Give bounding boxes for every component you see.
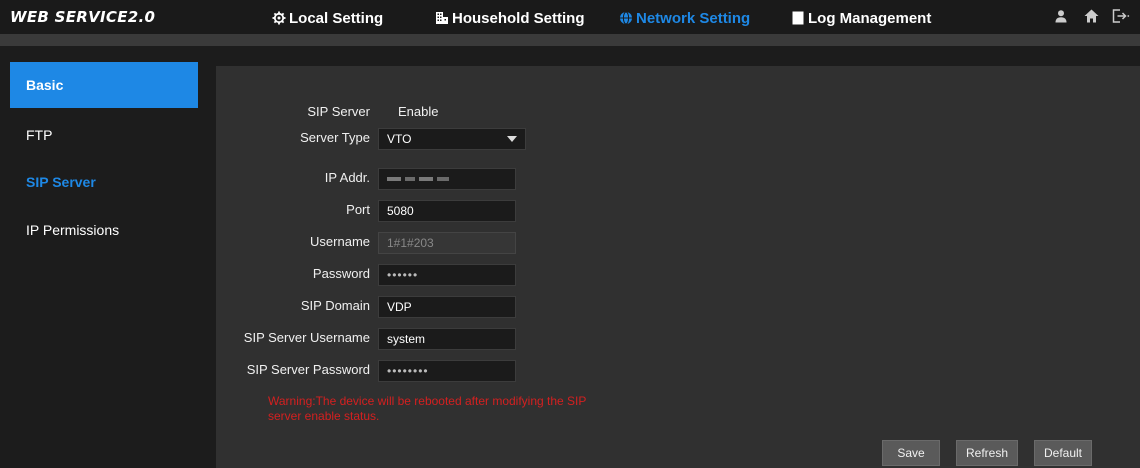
sip-domain-field[interactable] <box>378 296 516 318</box>
server-type-select[interactable]: VTO <box>378 128 526 150</box>
port-label: Port <box>346 202 370 217</box>
sidebar-item-ftp[interactable]: FTP <box>10 112 198 158</box>
caret-down-icon <box>507 136 517 142</box>
password-field[interactable] <box>378 264 516 286</box>
building-icon <box>434 11 449 26</box>
warning-message: Warning:The device will be rebooted afte… <box>268 394 587 423</box>
password-label: Password <box>312 266 370 281</box>
top-icons <box>1052 8 1130 24</box>
username-field <box>378 232 516 254</box>
gear-icon <box>271 11 286 26</box>
sub-bar <box>0 34 1140 46</box>
document-icon <box>790 11 805 26</box>
top-bar: WEB SERVICE2.0 Local Setting Household S… <box>0 0 1140 34</box>
username-label: Username <box>310 234 370 249</box>
user-icon[interactable] <box>1052 8 1070 24</box>
sidebar-item-sip-server[interactable]: SIP Server <box>10 159 198 205</box>
blurred-ip-icon <box>387 177 449 181</box>
save-button[interactable]: Save <box>882 440 940 466</box>
nav-label: Log Management <box>808 9 932 27</box>
home-icon[interactable] <box>1082 8 1100 24</box>
nav-label: Local Setting <box>289 9 384 27</box>
sip-server-username-field[interactable] <box>378 328 516 350</box>
globe-icon <box>618 11 633 26</box>
sip-server-value: Enable <box>398 104 439 119</box>
ip-addr-label: IP Addr. <box>324 170 370 185</box>
server-type-label: Server Type <box>300 130 370 145</box>
nav-local-setting[interactable]: Local Setting <box>271 8 383 28</box>
sip-server-label: SIP Server <box>307 104 370 119</box>
sip-server-username-label: SIP Server Username <box>243 330 370 345</box>
sidebar: Basic FTP SIP Server IP Permissions <box>0 46 200 468</box>
sip-server-password-field[interactable] <box>378 360 516 382</box>
nav-network-setting[interactable]: Network Setting <box>618 8 750 28</box>
sip-server-password-label: SIP Server Password <box>246 362 370 377</box>
sidebar-item-ip-permissions[interactable]: IP Permissions <box>10 207 198 253</box>
nav-household-setting[interactable]: Household Setting <box>434 8 585 28</box>
sidebar-item-basic[interactable]: Basic <box>10 62 198 108</box>
server-type-value: VTO <box>387 132 412 146</box>
ip-addr-field[interactable] <box>378 168 516 190</box>
nav-label: Network Setting <box>636 9 751 27</box>
sip-domain-label: SIP Domain <box>300 298 370 313</box>
port-field[interactable] <box>378 200 516 222</box>
nav-log-management[interactable]: Log Management <box>790 8 931 28</box>
logout-icon[interactable] <box>1112 8 1130 24</box>
nav-label: Household Setting <box>452 9 585 27</box>
default-button[interactable]: Default <box>1034 440 1092 466</box>
refresh-button[interactable]: Refresh <box>956 440 1018 466</box>
app-logo: WEB SERVICE2.0 <box>10 8 156 26</box>
